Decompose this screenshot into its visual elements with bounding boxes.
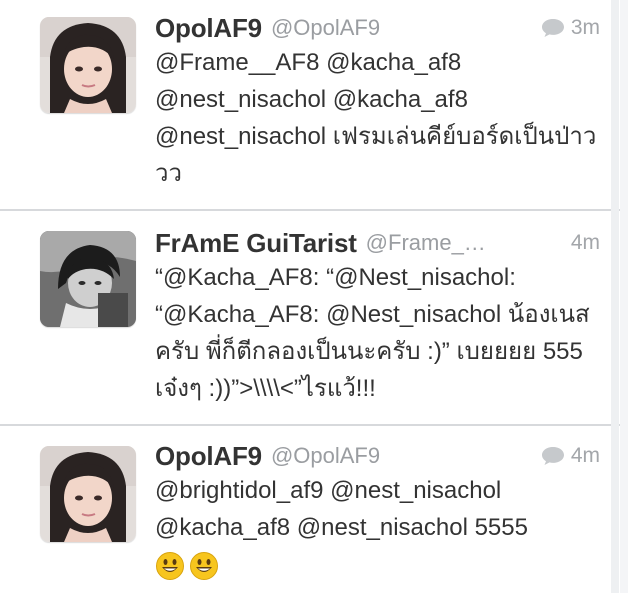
timeline: OpolAF9 @OpolAF9 3m @Frame__AF8 @kacha_a… [0,0,620,593]
tweet[interactable]: OpolAF9 @OpolAF9 3m @Frame__AF8 @kacha_a… [0,0,620,211]
timestamp: 4m [570,231,600,254]
tweet-text: @Frame__AF8 @kacha_af8 @nest_nisachol @k… [155,49,597,187]
tweet[interactable]: OpolAF9 @OpolAF9 4m @brightidol_af9 @nes… [0,426,620,593]
scroll-gutter [611,0,619,593]
conversation-icon [541,447,564,465]
handle[interactable]: @OpolAF9 [271,15,380,41]
timestamp: 3m [570,16,600,39]
display-name[interactable]: OpolAF9 [155,13,262,44]
handle[interactable]: @Frame_… [366,230,486,256]
emoji-row [155,551,219,581]
tweet-text-container: @brightidol_af9 @nest_nisachol @kacha_af… [155,472,600,583]
timestamp: 4m [570,444,600,467]
tweet[interactable]: FrAmE GuiTarist @Frame_… 4m “@Kacha_AF8:… [0,211,620,426]
display-name[interactable]: FrAmE GuiTarist [155,228,357,259]
handle[interactable]: @OpolAF9 [271,443,380,469]
smiley-emoji-icon [190,551,218,580]
avatar[interactable] [40,17,136,113]
tweet-text: “@Kacha_AF8: “@Nest_nisachol: “@Kacha_AF… [155,264,590,402]
tweet-text: @brightidol_af9 @nest_nisachol @kacha_af… [155,477,528,541]
avatar[interactable] [40,231,136,327]
boy-avatar-icon [40,231,136,327]
display-name[interactable]: OpolAF9 [155,441,262,472]
conversation-icon [541,19,564,37]
girl-avatar-icon [40,17,136,113]
girl-avatar-icon [40,446,136,542]
smiley-emoji-icon [156,551,184,580]
avatar[interactable] [40,446,136,542]
